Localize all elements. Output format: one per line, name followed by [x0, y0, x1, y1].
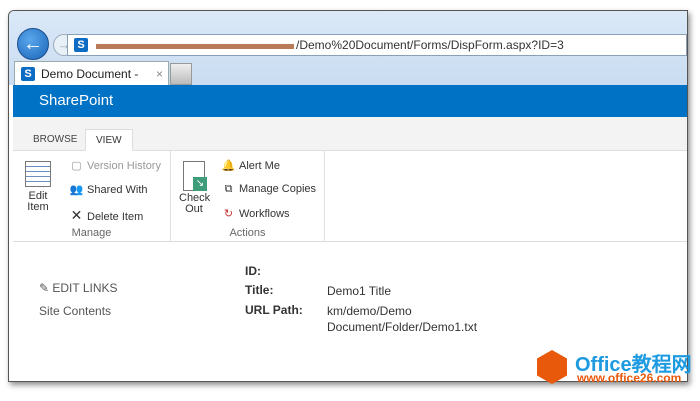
address-bar[interactable]: S /Demo%20Document/Forms/DispForm.aspx?I… [67, 34, 687, 56]
pencil-icon: ✎ [39, 281, 53, 295]
browser-chrome: ← → S /Demo%20Document/Forms/DispForm.as… [9, 11, 687, 105]
field-label-id: ID: [245, 264, 261, 278]
sharepoint-icon: S [74, 38, 88, 52]
label: Item [27, 201, 49, 213]
label: Alert Me [239, 160, 280, 172]
copies-icon: ⧉ [224, 183, 233, 195]
workflows-button[interactable]: ↻ Workflows [221, 207, 290, 220]
version-history-button[interactable]: ▢ Version History [69, 159, 161, 172]
label: Workflows [239, 208, 290, 220]
browser-window: ← → S /Demo%20Document/Forms/DispForm.as… [8, 10, 688, 382]
shared-with-icon: 👥 [69, 184, 84, 196]
group-actions: ↘ Check Out 🔔 Alert Me ⧉ Manage Copies ↻ Wo… [171, 151, 325, 241]
workflows-icon: ↻ [223, 208, 234, 220]
label: Delete Item [87, 211, 144, 223]
new-tab-button[interactable] [170, 63, 192, 85]
close-tab-icon[interactable]: × [156, 62, 163, 86]
check-out-button[interactable]: ↘ Check Out [179, 161, 210, 215]
edit-item-icon [25, 161, 51, 187]
shared-with-button[interactable]: 👥 Shared With [69, 183, 148, 196]
field-label-url-path: URL Path: [245, 303, 303, 317]
tab-view[interactable]: VIEW [85, 129, 133, 151]
ribbon-tabs: BROWSE VIEW [13, 117, 687, 151]
group-label: Actions [229, 227, 266, 239]
bell-icon: 🔔 [221, 160, 236, 172]
sharepoint-icon: S [21, 67, 35, 81]
redacted-url [96, 44, 294, 49]
sharepoint-title[interactable]: SharePoint [39, 92, 113, 109]
label: Shared With [87, 184, 148, 196]
group-manage: Edit Item ▢ Version History 👥 Shared With … [13, 151, 171, 241]
field-value-url-path: km/demo/Demo Document/Folder/Demo1.txt [327, 304, 478, 334]
edit-links[interactable]: ✎ EDIT LINKS [39, 281, 118, 295]
group-label: Manage [71, 227, 112, 239]
field-label-title: Title: [245, 283, 274, 297]
tab-browse[interactable]: BROWSE [23, 129, 87, 151]
delete-item-button[interactable]: ✕ Delete Item [69, 207, 144, 224]
edit-item-button[interactable]: Edit Item [23, 161, 53, 213]
suite-bar: SharePoint [13, 85, 687, 117]
version-history-icon: ▢ [71, 160, 82, 172]
site-contents-link[interactable]: Site Contents [39, 304, 111, 318]
delete-icon: ✕ [70, 207, 83, 223]
label: Manage Copies [239, 183, 317, 195]
alert-me-button[interactable]: 🔔 Alert Me [221, 159, 280, 172]
browser-tab[interactable]: S Demo Document - Demo1.... × [14, 61, 169, 105]
back-button[interactable]: ← [17, 28, 49, 60]
field-value-title: Demo1 Title [327, 284, 392, 298]
manage-copies-button[interactable]: ⧉ Manage Copies [221, 183, 317, 196]
label: EDIT LINKS [52, 281, 118, 295]
label: Out [185, 203, 203, 215]
watermark-url: www.office26.com [577, 371, 682, 385]
check-out-icon: ↘ [183, 161, 207, 191]
ribbon: Edit Item ▢ Version History 👥 Shared With … [13, 151, 687, 242]
label: Version History [87, 160, 161, 172]
url-text: /Demo%20Document/Forms/DispForm.aspx?ID=… [296, 38, 564, 52]
